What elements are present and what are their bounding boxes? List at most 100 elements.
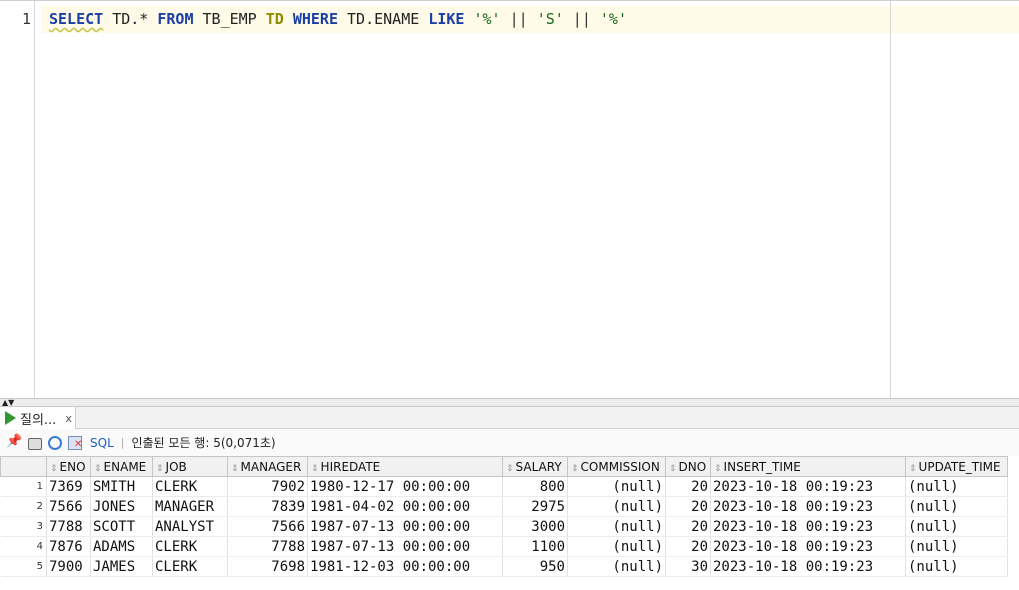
cell-update-time[interactable]: (null) bbox=[905, 536, 1008, 557]
sql-statement[interactable]: SELECT TD.* FROM TB_EMP TD WHERE TD.ENAM… bbox=[49, 10, 627, 28]
cell-hiredate[interactable]: 1987-07-13 00:00:00 bbox=[307, 536, 503, 557]
cell-insert-time[interactable]: 2023-10-18 00:19:23 bbox=[710, 516, 906, 537]
cell-eno[interactable]: 7900 bbox=[46, 556, 91, 577]
cell-eno[interactable]: 7566 bbox=[46, 496, 91, 517]
row-number: 5 bbox=[0, 556, 47, 577]
cell-salary[interactable]: 800 bbox=[502, 476, 568, 497]
column-header-commission[interactable]: ⇕ COMMISSION bbox=[567, 456, 666, 477]
select-list: TD.* bbox=[103, 10, 158, 28]
column-header-insert-time[interactable]: ⇕ INSERT_TIME bbox=[710, 456, 906, 477]
cell-job[interactable]: MANAGER bbox=[152, 496, 228, 517]
cell-manager[interactable]: 7788 bbox=[227, 536, 308, 557]
panel-splitter[interactable]: ▲▼ bbox=[0, 398, 1019, 407]
row-number: 2 bbox=[0, 496, 47, 517]
cell-insert-time[interactable]: 2023-10-18 00:19:23 bbox=[710, 536, 906, 557]
splitter-collapse-icon[interactable]: ▲▼ bbox=[2, 399, 14, 407]
cell-manager[interactable]: 7566 bbox=[227, 516, 308, 537]
cell-dno[interactable]: 20 bbox=[665, 536, 711, 557]
table-row[interactable]: 3 7788 SCOTT ANALYST 7566 1987-07-13 00:… bbox=[0, 516, 1008, 537]
cell-eno[interactable]: 7876 bbox=[46, 536, 91, 557]
cell-salary[interactable]: 950 bbox=[502, 556, 568, 577]
cell-manager[interactable]: 7698 bbox=[227, 556, 308, 577]
close-tab-icon[interactable]: x bbox=[65, 412, 72, 425]
column-header-salary[interactable]: ⇕ SALARY bbox=[502, 456, 568, 477]
cell-job[interactable]: CLERK bbox=[152, 476, 228, 497]
cell-ename[interactable]: JONES bbox=[90, 496, 153, 517]
header-row: ⇕ ENO ⇕ ENAME ⇕ JOB ⇕ MANAGER ⇕ HIREDATE ⇕ SAL… bbox=[0, 456, 1008, 477]
cell-ename[interactable]: SCOTT bbox=[90, 516, 153, 537]
cell-dno[interactable]: 30 bbox=[665, 556, 711, 577]
sort-icon: ⇕ bbox=[669, 463, 677, 474]
cell-dno[interactable]: 20 bbox=[665, 516, 711, 537]
cell-hiredate[interactable]: 1981-04-02 00:00:00 bbox=[307, 496, 503, 517]
cell-update-time[interactable]: (null) bbox=[905, 556, 1008, 577]
table-row[interactable]: 1 7369 SMITH CLERK 7902 1980-12-17 00:00… bbox=[0, 476, 1008, 497]
sql-button[interactable]: SQL bbox=[90, 436, 114, 450]
string-literal: '%' bbox=[599, 10, 627, 28]
cell-ename[interactable]: ADAMS bbox=[90, 536, 153, 557]
cell-hiredate[interactable]: 1981-12-03 00:00:00 bbox=[307, 556, 503, 577]
cell-salary[interactable]: 3000 bbox=[502, 516, 568, 537]
cell-commission[interactable]: (null) bbox=[567, 556, 666, 577]
sort-icon: ⇕ bbox=[231, 463, 239, 474]
cell-job[interactable]: CLERK bbox=[152, 536, 228, 557]
table-alias: TD bbox=[265, 10, 284, 28]
cell-eno[interactable]: 7788 bbox=[46, 516, 91, 537]
column-header-hiredate[interactable]: ⇕ HIREDATE bbox=[307, 456, 503, 477]
cell-update-time[interactable]: (null) bbox=[905, 476, 1008, 497]
pin-icon[interactable] bbox=[6, 434, 22, 451]
table-row[interactable]: 4 7876 ADAMS CLERK 7788 1987-07-13 00:00… bbox=[0, 536, 1008, 557]
column-header-ename[interactable]: ⇕ ENAME bbox=[90, 456, 153, 477]
concat-operator: || bbox=[500, 10, 537, 28]
keyword-like: LIKE bbox=[428, 10, 465, 28]
cell-manager[interactable]: 7902 bbox=[227, 476, 308, 497]
cell-insert-time[interactable]: 2023-10-18 00:19:23 bbox=[710, 556, 906, 577]
cell-commission[interactable]: (null) bbox=[567, 476, 666, 497]
sort-icon: ⇕ bbox=[156, 463, 164, 474]
cell-dno[interactable]: 20 bbox=[665, 496, 711, 517]
line-number-gutter: 1 bbox=[0, 1, 35, 399]
table-row[interactable]: 5 7900 JAMES CLERK 7698 1981-12-03 00:00… bbox=[0, 556, 1008, 577]
row-number: 3 bbox=[0, 516, 47, 537]
cell-ename[interactable]: SMITH bbox=[90, 476, 153, 497]
refresh-icon[interactable] bbox=[48, 435, 62, 450]
cell-manager[interactable]: 7839 bbox=[227, 496, 308, 517]
results-toolbar: SQL | 인출된 모든 행: 5(0,071초) bbox=[0, 429, 1019, 456]
cell-ename[interactable]: JAMES bbox=[90, 556, 153, 577]
export-cancel-icon[interactable] bbox=[68, 435, 82, 450]
cell-commission[interactable]: (null) bbox=[567, 516, 666, 537]
cell-update-time[interactable]: (null) bbox=[905, 516, 1008, 537]
tab-query-result[interactable]: 질의... x bbox=[0, 407, 76, 429]
cell-insert-time[interactable]: 2023-10-18 00:19:23 bbox=[710, 496, 906, 517]
code-area[interactable]: SELECT TD.* FROM TB_EMP TD WHERE TD.ENAM… bbox=[41, 1, 1019, 399]
cell-salary[interactable]: 1100 bbox=[502, 536, 568, 557]
tab-label: 질의... bbox=[20, 412, 57, 428]
cell-job[interactable]: ANALYST bbox=[152, 516, 228, 537]
cell-eno[interactable]: 7369 bbox=[46, 476, 91, 497]
row-number: 4 bbox=[0, 536, 47, 557]
cell-hiredate[interactable]: 1980-12-17 00:00:00 bbox=[307, 476, 503, 497]
where-column: TD.ENAME bbox=[338, 10, 429, 28]
sql-editor[interactable]: 1 SELECT TD.* FROM TB_EMP TD WHERE TD.EN… bbox=[0, 0, 1019, 399]
column-header-eno[interactable]: ⇕ ENO bbox=[46, 456, 91, 477]
cell-job[interactable]: CLERK bbox=[152, 556, 228, 577]
cell-commission[interactable]: (null) bbox=[567, 536, 666, 557]
column-header-job[interactable]: ⇕ JOB bbox=[152, 456, 228, 477]
column-header-manager[interactable]: ⇕ MANAGER bbox=[227, 456, 308, 477]
cell-update-time[interactable]: (null) bbox=[905, 496, 1008, 517]
results-tabstrip: 질의... x bbox=[0, 407, 1019, 429]
results-table: ⇕ ENO ⇕ ENAME ⇕ JOB ⇕ MANAGER ⇕ HIREDATE ⇕ SAL… bbox=[0, 456, 1008, 577]
column-header-update-time[interactable]: ⇕ UPDATE_TIME bbox=[905, 456, 1008, 477]
results-grid[interactable]: ⇕ ENO ⇕ ENAME ⇕ JOB ⇕ MANAGER ⇕ HIREDATE ⇕ SAL… bbox=[0, 456, 1019, 577]
cell-dno[interactable]: 20 bbox=[665, 476, 711, 497]
cell-insert-time[interactable]: 2023-10-18 00:19:23 bbox=[710, 476, 906, 497]
row-number: 1 bbox=[0, 476, 47, 497]
cell-salary[interactable]: 2975 bbox=[502, 496, 568, 517]
table-row[interactable]: 2 7566 JONES MANAGER 7839 1981-04-02 00:… bbox=[0, 496, 1008, 517]
print-icon[interactable] bbox=[28, 437, 42, 450]
column-header-dno[interactable]: ⇕ DNO bbox=[665, 456, 711, 477]
string-literal: '%' bbox=[473, 10, 501, 28]
cell-commission[interactable]: (null) bbox=[567, 496, 666, 517]
cell-hiredate[interactable]: 1987-07-13 00:00:00 bbox=[307, 516, 503, 537]
